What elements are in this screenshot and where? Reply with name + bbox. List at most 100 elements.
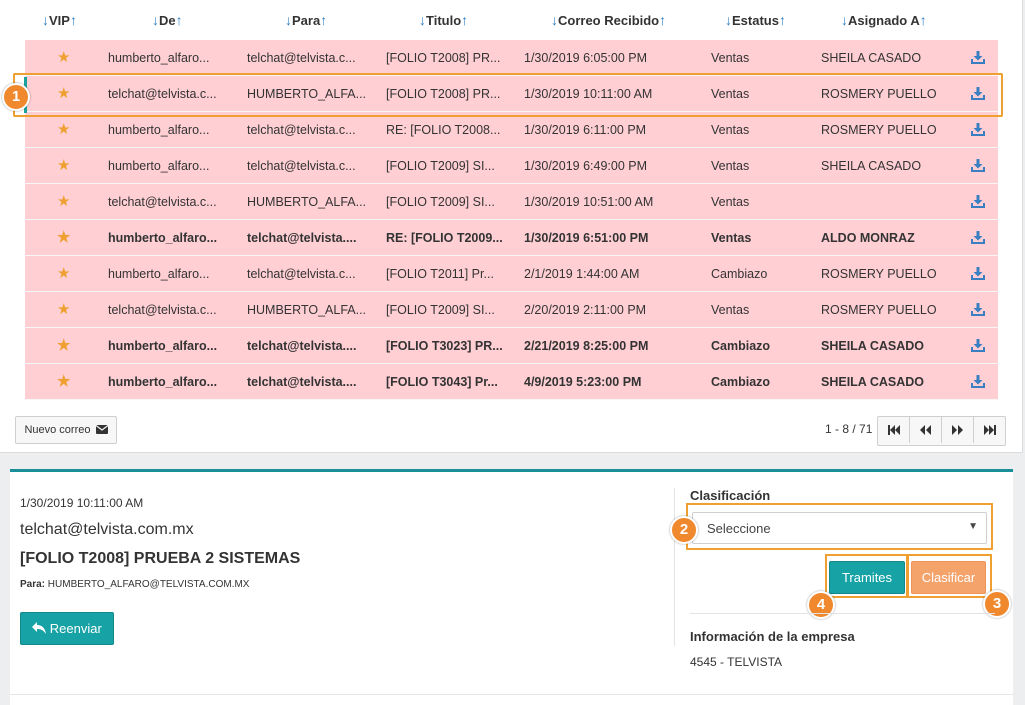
table-row[interactable]: ★ telchat@telvista.c... HUMBERTO_ALFA... [F… — [25, 292, 998, 328]
cell-asignado: ALDO MONRAZ — [821, 231, 915, 245]
first-page-button[interactable] — [878, 417, 909, 443]
vip-star-icon[interactable]: ★ — [57, 292, 77, 328]
download-icon[interactable] — [971, 112, 991, 148]
download-icon[interactable] — [971, 256, 991, 292]
prev-page-icon — [920, 425, 931, 435]
vip-star-icon[interactable]: ★ — [57, 256, 77, 292]
cell-de: humberto_alfaro... — [108, 375, 218, 389]
sort-down-icon[interactable]: ↓ — [419, 12, 426, 28]
table-row[interactable]: ★ humberto_alfaro... telchat@telvista.... R… — [25, 220, 998, 256]
vip-star-icon[interactable]: ★ — [57, 220, 77, 256]
forward-button[interactable]: Reenviar — [20, 612, 114, 645]
vip-star-icon[interactable]: ★ — [57, 328, 77, 364]
col-label: Titulo — [426, 13, 462, 28]
cell-titulo: [FOLIO T2009] SI... — [386, 159, 495, 173]
vip-star-icon[interactable]: ★ — [57, 148, 77, 184]
cell-de: humberto_alfaro... — [108, 339, 218, 353]
to-value: HUMBERTO_ALFARO@TELVISTA.COM.MX — [47, 579, 250, 590]
cell-de: humberto_alfaro... — [108, 51, 210, 65]
download-icon[interactable] — [971, 184, 991, 220]
cell-de: telchat@telvista.c... — [108, 303, 217, 317]
prev-page-button[interactable] — [909, 417, 941, 443]
table-row[interactable]: ★ humberto_alfaro... telchat@telvista.c...… — [25, 112, 998, 148]
cell-titulo: [FOLIO T2009] SI... — [386, 303, 495, 317]
sort-up-icon[interactable]: ↑ — [320, 12, 327, 28]
sort-up-icon[interactable]: ↑ — [70, 12, 77, 28]
download-icon[interactable] — [971, 148, 991, 184]
reply-icon — [32, 622, 47, 634]
callout-badge-4: 4 — [807, 591, 835, 619]
new-mail-button[interactable]: Nuevo correo — [15, 416, 117, 444]
cell-titulo: RE: [FOLIO T2008... — [386, 123, 501, 137]
cell-para: telchat@telvista.c... — [247, 51, 356, 65]
cell-titulo: [FOLIO T2011] Pr... — [386, 267, 494, 281]
callout-badge-2: 2 — [670, 516, 698, 544]
sort-down-icon[interactable]: ↓ — [152, 12, 159, 28]
download-icon[interactable] — [971, 220, 991, 256]
col-label: Para — [292, 13, 321, 28]
cell-asignado: ROSMERY PUELLO — [821, 303, 937, 317]
email-from: telchat@telvista.com.mx — [20, 521, 194, 538]
sort-up-icon[interactable]: ↑ — [461, 12, 468, 28]
col-label: Asignado A — [848, 13, 920, 28]
table-row[interactable]: ★ telchat@telvista.c... HUMBERTO_ALFA... [F… — [25, 184, 998, 220]
pager-range: 1 - 8 / 71 — [825, 422, 873, 436]
download-icon[interactable] — [971, 40, 991, 76]
sort-up-icon[interactable]: ↑ — [920, 12, 927, 28]
col-header-recibido[interactable]: ↓Correo Recibido↑ — [551, 10, 666, 30]
cell-asignado: SHEILA CASADO — [821, 51, 922, 65]
company-info-label: Información de la empresa — [690, 629, 855, 644]
email-date: 1/30/2019 10:11:00 AM — [20, 496, 144, 510]
cell-para: telchat@telvista.... — [247, 339, 357, 353]
table-header: ↓VIP↑ ↓De↑ ↓Para↑ ↓Titulo↑ ↓Correo Recib… — [25, 0, 998, 40]
to-label: Para: — [20, 579, 46, 590]
sort-down-icon[interactable]: ↓ — [725, 12, 732, 28]
vip-star-icon[interactable]: ★ — [57, 112, 77, 148]
col-header-vip[interactable]: ↓VIP↑ — [42, 10, 77, 30]
sort-down-icon[interactable]: ↓ — [285, 12, 292, 28]
sort-down-icon[interactable]: ↓ — [841, 12, 848, 28]
col-header-para[interactable]: ↓Para↑ — [285, 10, 327, 30]
cell-asignado: SHEILA CASADO — [821, 339, 925, 353]
cell-estatus: Ventas — [711, 123, 750, 137]
cell-titulo: [FOLIO T2008] PR... — [386, 51, 501, 65]
bottom-divider — [10, 694, 1013, 695]
col-header-asignado[interactable]: ↓Asignado A↑ — [841, 10, 927, 30]
vip-star-icon[interactable]: ★ — [57, 364, 77, 400]
sort-up-icon[interactable]: ↑ — [779, 12, 786, 28]
cell-recibido: 1/30/2019 6:49:00 PM — [524, 159, 648, 173]
next-page-button[interactable] — [941, 417, 973, 443]
cell-asignado: ROSMERY PUELLO — [821, 123, 937, 137]
sort-down-icon[interactable]: ↓ — [551, 12, 558, 28]
vip-star-icon[interactable]: ★ — [57, 40, 77, 76]
col-header-de[interactable]: ↓De↑ — [152, 10, 183, 30]
table-row[interactable]: ★ humberto_alfaro... telchat@telvista.c...… — [25, 40, 998, 76]
download-icon[interactable] — [971, 364, 991, 400]
col-header-estatus[interactable]: ↓Estatus↑ — [725, 10, 786, 30]
download-icon[interactable] — [971, 292, 991, 328]
last-page-button[interactable] — [973, 417, 1005, 443]
table-row[interactable]: ★ humberto_alfaro... telchat@telvista.c...… — [25, 256, 998, 292]
cell-estatus: Ventas — [711, 195, 750, 209]
table-row[interactable]: ★ humberto_alfaro... telchat@telvista.c...… — [25, 148, 998, 184]
company-info-value: 4545 - TELVISTA — [690, 655, 783, 669]
table-row[interactable]: ★ humberto_alfaro... telchat@telvista.... [… — [25, 364, 998, 400]
col-header-titulo[interactable]: ↓Titulo↑ — [419, 10, 468, 30]
sort-down-icon[interactable]: ↓ — [42, 12, 49, 28]
cell-recibido: 1/30/2019 6:11:00 PM — [524, 123, 647, 137]
cell-titulo: [FOLIO T2009] SI... — [386, 195, 495, 209]
table-row[interactable]: ★ humberto_alfaro... telchat@telvista.... [… — [25, 328, 998, 364]
cell-titulo: [FOLIO T3043] Pr... — [386, 375, 498, 389]
vip-star-icon[interactable]: ★ — [57, 184, 77, 220]
select-highlight — [686, 503, 993, 550]
sort-up-icon[interactable]: ↑ — [659, 12, 666, 28]
col-label: De — [159, 13, 176, 28]
cell-asignado: ROSMERY PUELLO — [821, 267, 937, 281]
cell-recibido: 4/9/2019 5:23:00 PM — [524, 375, 642, 389]
download-icon[interactable] — [971, 328, 991, 364]
sort-up-icon[interactable]: ↑ — [176, 12, 183, 28]
cell-para: telchat@telvista.... — [247, 231, 357, 245]
cell-para: HUMBERTO_ALFA... — [247, 195, 367, 209]
cell-titulo: [FOLIO T3023] PR... — [386, 339, 503, 353]
cell-estatus: Ventas — [711, 159, 750, 173]
